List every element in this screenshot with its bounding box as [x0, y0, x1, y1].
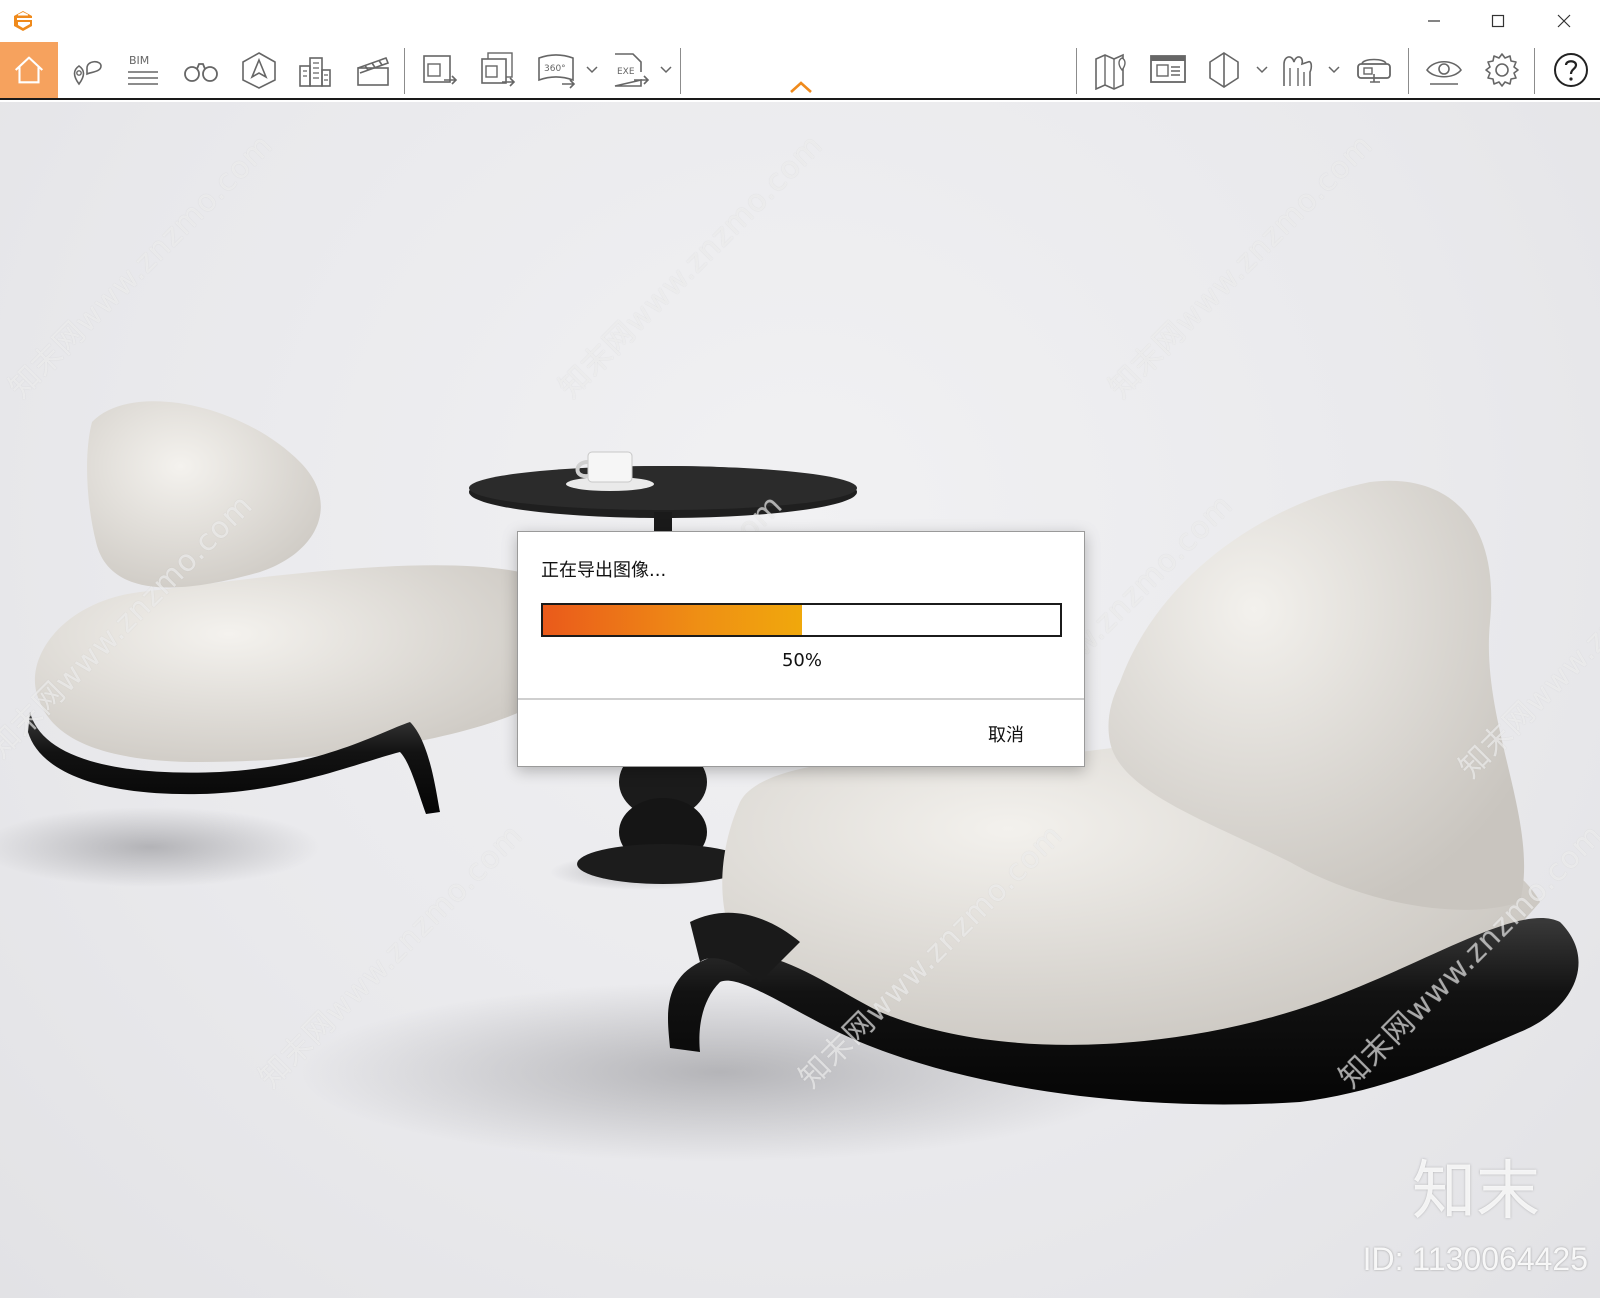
export-progress-dialog: 正在导出图像... 50% 取消 — [517, 531, 1085, 767]
navigation-button[interactable] — [234, 42, 284, 98]
export-image-icon — [423, 55, 458, 85]
collapse-toolbar-button[interactable] — [788, 78, 814, 96]
progress-bar-fill — [543, 605, 802, 635]
arch-icon — [1283, 56, 1313, 86]
view360-label: 360° — [544, 64, 566, 74]
toolbar-separator — [680, 48, 681, 94]
chevron-up-icon — [790, 81, 812, 93]
progress-percent: 50% — [781, 650, 822, 671]
export-exe-dropdown[interactable] — [658, 60, 674, 80]
eye-icon — [1426, 60, 1462, 85]
animation-button[interactable] — [348, 42, 398, 98]
toolbar-separator — [1076, 48, 1077, 94]
toolbar: BIM 360° EXE — [0, 42, 1600, 100]
section-box-icon — [1209, 52, 1239, 88]
binoculars-button[interactable] — [176, 42, 226, 98]
minimize-icon — [1428, 20, 1440, 22]
map-icon — [1095, 53, 1126, 90]
toolbar-separator — [1408, 48, 1409, 94]
cancel-button[interactable]: 取消 — [988, 720, 1024, 748]
home-button[interactable] — [0, 42, 58, 98]
close-icon — [1557, 14, 1571, 28]
settings-button[interactable] — [1476, 42, 1528, 98]
help-button[interactable] — [1546, 42, 1596, 98]
bim-icon: BIM — [128, 54, 158, 85]
section-box-button[interactable] — [1198, 42, 1250, 98]
export-360-dropdown[interactable] — [584, 60, 600, 80]
arch-button[interactable] — [1272, 42, 1324, 98]
export-image-button[interactable] — [414, 42, 466, 98]
buildings-button[interactable] — [290, 42, 340, 98]
watermark-id: ID: 1130064425 — [1362, 1241, 1588, 1277]
gear-icon — [1485, 53, 1519, 87]
close-button[interactable] — [1532, 0, 1596, 42]
exe-label: EXE — [617, 67, 635, 77]
buildings-icon — [299, 57, 331, 87]
export-360-button[interactable]: 360° — [530, 42, 582, 98]
title-bar — [0, 0, 1600, 42]
home-icon — [14, 56, 44, 84]
navigation-cube-icon — [242, 52, 276, 89]
help-icon — [1554, 53, 1588, 87]
bim-button[interactable]: BIM — [118, 42, 168, 98]
dialog-divider — [518, 698, 1084, 700]
bim-label: BIM — [129, 54, 149, 67]
export-exe-icon: EXE — [614, 53, 650, 87]
export-360-icon: 360° — [538, 54, 576, 89]
app-logo-icon — [10, 8, 36, 34]
chevron-down-icon — [1328, 66, 1340, 74]
clapperboard-icon — [357, 56, 390, 86]
export-batch-button[interactable] — [472, 42, 524, 98]
maximize-icon — [1491, 14, 1505, 28]
export-exe-button[interactable]: EXE — [604, 42, 656, 98]
watermark-brand: 知末 — [1412, 1155, 1540, 1229]
minimize-button[interactable] — [1402, 0, 1466, 42]
map-button[interactable] — [1086, 42, 1138, 98]
progress-bar — [541, 603, 1062, 637]
toolbar-separator — [1534, 48, 1535, 94]
screen-icon — [1150, 55, 1186, 83]
maximize-button[interactable] — [1466, 0, 1530, 42]
arch-dropdown[interactable] — [1326, 60, 1342, 80]
section-dropdown[interactable] — [1254, 60, 1270, 80]
location-pin-icon — [73, 60, 102, 86]
screen-button[interactable] — [1142, 42, 1194, 98]
vr-headset-icon — [1357, 58, 1391, 83]
visibility-button[interactable] — [1418, 42, 1470, 98]
location-button[interactable] — [62, 42, 112, 98]
chevron-down-icon — [1256, 66, 1268, 74]
chevron-down-icon — [660, 66, 672, 74]
vr-button[interactable] — [1348, 42, 1400, 98]
binoculars-icon — [184, 63, 218, 82]
toolbar-separator — [404, 48, 405, 94]
chevron-down-icon — [586, 66, 598, 74]
dialog-message: 正在导出图像... — [541, 560, 667, 581]
export-batch-icon — [481, 52, 516, 87]
